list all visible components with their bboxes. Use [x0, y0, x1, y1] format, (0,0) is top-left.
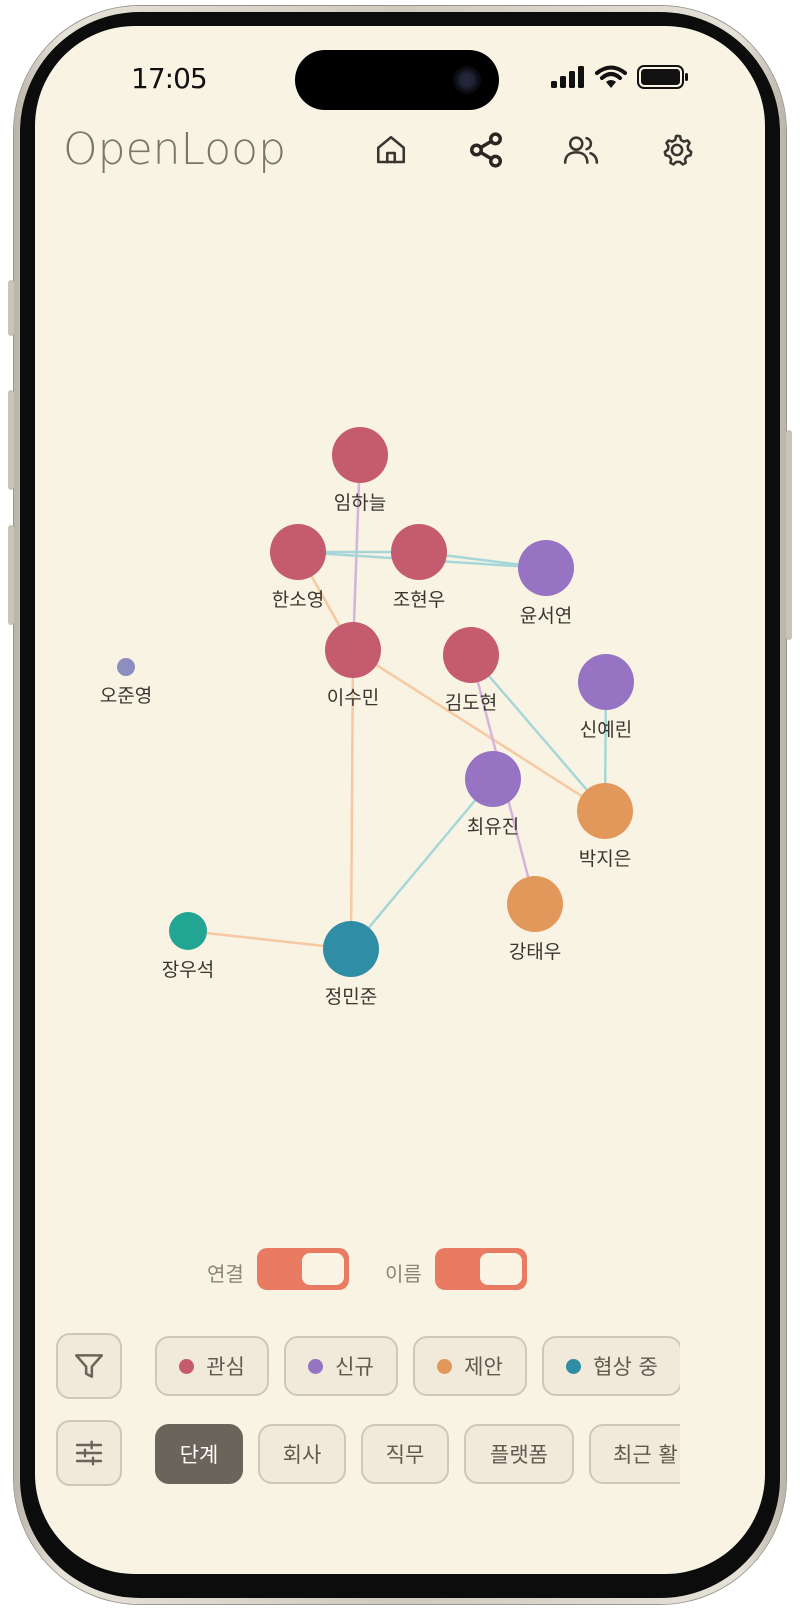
edge-choiyujin-jungminjun [350, 778, 494, 950]
group-chip-label: 단계 [179, 1443, 219, 1467]
group-chip-label: 플랫폼 [490, 1443, 548, 1467]
connections-toggle[interactable] [257, 1248, 349, 1290]
group-by-row: 단계 회사 직무 플랫폼 최근 활 [35, 1418, 680, 1490]
node-imhaneul[interactable]: 임하늘 [332, 427, 388, 514]
node-shinyerin[interactable]: 신예린 [578, 654, 634, 741]
group-chip-recent[interactable]: 최근 활 [589, 1424, 680, 1484]
node-hansoyoung[interactable]: 한소영 [270, 524, 326, 611]
stage-chip-label: 제안 [464, 1355, 503, 1379]
display-toggles: 연결 이름 [35, 1248, 765, 1298]
node-circle[interactable] [465, 751, 521, 807]
toggle-label-names: 이름 [385, 1262, 422, 1286]
node-yunseoyeon[interactable]: 윤서연 [518, 540, 574, 627]
node-choiyujin[interactable]: 최유진 [465, 751, 521, 838]
node-circle[interactable] [325, 622, 381, 678]
group-chip-stage[interactable]: 단계 [155, 1424, 243, 1484]
node-label: 강태우 [509, 941, 561, 963]
stage-chip-interest[interactable]: 관심 [155, 1336, 269, 1396]
node-circle[interactable] [332, 427, 388, 483]
node-circle[interactable] [578, 654, 634, 710]
group-chip-platform[interactable]: 플랫폼 [464, 1424, 574, 1484]
funnel-icon [74, 1354, 104, 1378]
node-circle[interactable] [443, 627, 499, 683]
node-parkjieun[interactable]: 박지은 [577, 783, 633, 870]
node-kangtaewoo[interactable]: 강태우 [507, 876, 563, 963]
node-label: 이수민 [327, 687, 379, 709]
group-chip-label: 직무 [385, 1443, 425, 1467]
node-kimdohyun[interactable]: 김도현 [443, 627, 499, 714]
node-leesumin[interactable]: 이수민 [325, 622, 381, 709]
edge-layer [187, 454, 608, 951]
node-circle[interactable] [323, 921, 379, 977]
node-circle[interactable] [391, 524, 447, 580]
stage-dot [179, 1358, 195, 1374]
volume-up-button [8, 390, 14, 490]
sliders-icon [75, 1440, 103, 1466]
node-label: 장우석 [162, 959, 214, 981]
node-ojunyoung[interactable]: 오준영 [100, 658, 152, 707]
node-circle[interactable] [507, 876, 563, 932]
power-button [786, 430, 792, 640]
group-chip-label: 최근 활 [613, 1443, 678, 1467]
node-label: 한소영 [272, 589, 324, 611]
stage-chip-label: 협상 중 [593, 1355, 658, 1379]
node-label: 신예린 [580, 719, 632, 741]
stage-dot [437, 1358, 453, 1374]
node-label: 윤서연 [520, 605, 572, 627]
node-label: 박지은 [579, 848, 631, 870]
node-label: 조현우 [393, 589, 445, 611]
toggle-knob [480, 1253, 522, 1285]
node-label: 김도현 [445, 692, 497, 714]
toggle-label-connections: 연결 [207, 1262, 244, 1286]
toggle-knob [302, 1253, 344, 1285]
silent-switch [8, 280, 14, 336]
volume-down-button [8, 525, 14, 625]
stage-dot [308, 1358, 324, 1374]
names-toggle[interactable] [435, 1248, 527, 1290]
node-circle[interactable] [577, 783, 633, 839]
node-circle[interactable] [169, 912, 207, 950]
node-circle[interactable] [117, 658, 135, 676]
node-jangwooseok[interactable]: 장우석 [162, 912, 214, 981]
node-circle[interactable] [518, 540, 574, 596]
stage-chip-label: 신규 [335, 1355, 374, 1379]
stage-chip-label: 관심 [206, 1355, 245, 1379]
stage-chip-new[interactable]: 신규 [284, 1336, 398, 1396]
group-chip-role[interactable]: 직무 [361, 1424, 449, 1484]
stage-dot [566, 1358, 582, 1374]
stage-chip-negotiation[interactable]: 협상 중 [542, 1336, 680, 1396]
stage-filter-row: 관심 신규 제안 협상 중 [35, 1330, 680, 1402]
node-layer: 임하늘한소영 조현우윤서연이수민 김도현신예린 오준영최유진박지은강태우장우석정민준 [100, 427, 634, 1008]
node-circle[interactable] [270, 524, 326, 580]
node-label: 임하늘 [334, 492, 386, 514]
node-jungminjun[interactable]: 정민준 [323, 921, 379, 1008]
options-button[interactable] [56, 1420, 122, 1486]
node-label: 최유진 [467, 816, 519, 838]
node-label: 정민준 [325, 986, 377, 1008]
node-label: 오준영 [100, 685, 152, 707]
group-chip-label: 회사 [282, 1443, 322, 1467]
filter-button[interactable] [56, 1333, 122, 1399]
group-chip-company[interactable]: 회사 [258, 1424, 346, 1484]
node-johyunwoo[interactable]: 조현우 [391, 524, 447, 611]
app-screen: 17:05 OpenLoop 임하늘 한소영 조현우 윤서연 이수민 김도현 신… [35, 26, 765, 1574]
stage-chip-proposal[interactable]: 제안 [413, 1336, 527, 1396]
